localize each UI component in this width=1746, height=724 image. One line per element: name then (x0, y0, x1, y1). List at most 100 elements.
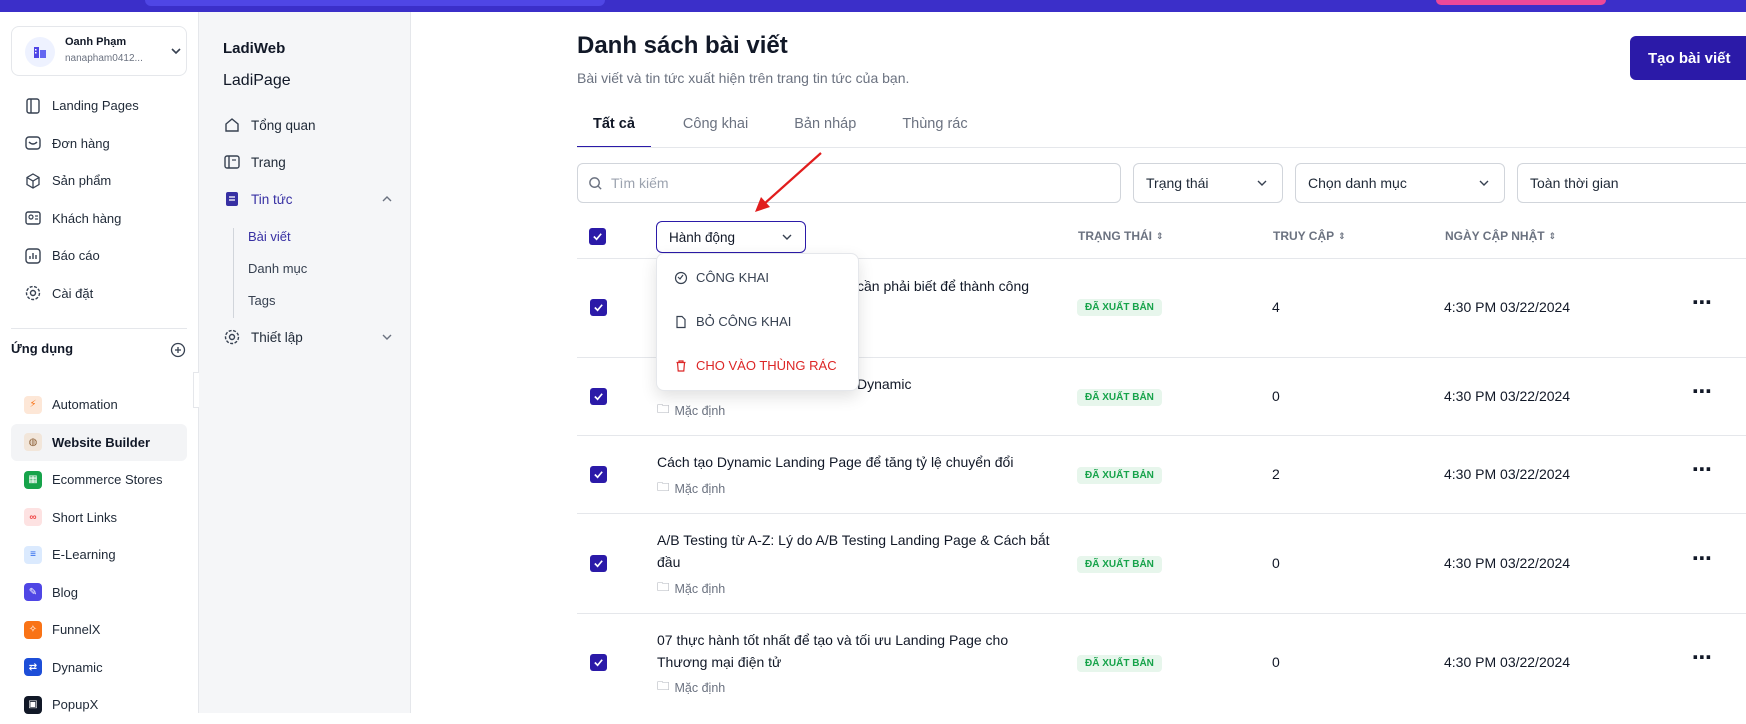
post-title[interactable]: Cách tạo Dynamic Landing Page để tăng tỷ… (657, 451, 1057, 473)
nav-reports[interactable]: Báo cáo (11, 237, 187, 275)
status-badge: ĐÃ XUẤT BẢN (1077, 655, 1162, 672)
menu-item-move-to-trash[interactable]: CHO VÀO THÙNG RÁC (674, 358, 837, 373)
app-e-learning[interactable]: ≡ E-Learning (11, 536, 187, 574)
page-subtitle: Bài viết và tin tức xuất hiện trên trang… (577, 70, 910, 86)
updated-date: 4:30 PM 03/22/2024 (1444, 555, 1571, 571)
more-options-icon[interactable]: ⋯ (1692, 645, 1713, 670)
nav-customers[interactable]: Khách hàng (11, 200, 187, 238)
e-learning-icon: ≡ (24, 545, 42, 564)
add-app-icon[interactable] (170, 342, 186, 363)
nav-label: Tin tức (251, 191, 293, 207)
app-funnelx[interactable]: ✧ FunnelX (11, 611, 187, 649)
chevron-up-icon (382, 196, 392, 202)
app-short-links[interactable]: ∞ Short Links (11, 499, 187, 537)
nav-categories[interactable]: Danh mục (248, 261, 307, 276)
nav-settings[interactable]: Cài đặt (11, 275, 187, 313)
main-nav: Landing Pages Đơn hàng Sản phẩm Khách hà… (11, 87, 187, 312)
check-icon (594, 471, 603, 479)
table-row[interactable]: A/B Testing từ A-Z: Lý do A/B Testing La… (577, 514, 1746, 614)
post-title[interactable]: 07 thực hành tốt nhất để tạo và tối ưu L… (657, 629, 1057, 673)
status-badge: ĐÃ XUẤT BẢN (1077, 299, 1162, 316)
nav-posts[interactable]: Bài viết (248, 229, 291, 244)
column-updated-header[interactable]: NGÀY CẬP NHẬT ⇕ (1445, 229, 1556, 243)
row-checkbox[interactable] (590, 654, 607, 671)
more-options-icon[interactable]: ⋯ (1692, 379, 1713, 404)
tab-trash[interactable]: Thùng rác (886, 112, 983, 148)
row-checkbox[interactable] (590, 299, 607, 316)
more-options-icon[interactable]: ⋯ (1692, 457, 1713, 482)
search-input[interactable] (611, 175, 1091, 191)
app-automation[interactable]: ⚡ Automation (11, 386, 187, 424)
folder-icon: 🗀 (657, 580, 670, 594)
nav-label: Trang (251, 154, 286, 170)
product-name: LadiWeb (223, 40, 286, 57)
time-filter[interactable]: Toàn thời gian (1517, 163, 1746, 203)
status-badge: ĐÃ XUẤT BẢN (1077, 467, 1162, 484)
nav-setup[interactable]: Thiết lập (223, 328, 393, 346)
app-label: Ecommerce Stores (52, 472, 163, 488)
row-checkbox[interactable] (590, 466, 607, 483)
table-row[interactable]: 07 thực hành tốt nhất để tạo và tối ưu L… (577, 614, 1746, 713)
tab-public[interactable]: Công khai (667, 112, 764, 148)
more-options-icon[interactable]: ⋯ (1692, 546, 1713, 571)
trash-icon (676, 359, 686, 372)
blog-icon: ✎ (24, 583, 42, 602)
app-popupx[interactable]: ▣ PopupX (11, 686, 187, 724)
column-views-header[interactable]: TRUY CẬP ⇕ (1273, 229, 1346, 243)
tab-draft[interactable]: Bản nháp (778, 112, 872, 148)
app-label: Automation (52, 397, 118, 413)
create-post-button[interactable]: Tạo bài viết (1630, 36, 1746, 80)
status-filter[interactable]: Trạng thái (1133, 163, 1283, 203)
more-options-icon[interactable]: ⋯ (1692, 290, 1713, 315)
app-blog[interactable]: ✎ Blog (11, 574, 187, 612)
select-all-checkbox[interactable] (589, 228, 606, 245)
account-switcher[interactable]: Oanh Phạm nanapham0412... (11, 26, 187, 76)
dynamic-icon: ⇄ (24, 658, 42, 677)
products-icon (26, 172, 40, 189)
document-icon (676, 315, 686, 328)
row-checkbox[interactable] (590, 555, 607, 572)
secondary-sidebar: LadiWeb LadiPage Tổng quan Trang Tin tức… (199, 12, 411, 713)
bulk-action-dropdown[interactable]: Hành động (656, 221, 806, 253)
app-label: Short Links (52, 509, 118, 525)
table-row[interactable]: Cách tạo Dynamic Landing Page để tăng tỷ… (577, 436, 1746, 514)
nav-landing-pages[interactable]: Landing Pages (11, 87, 187, 125)
apps-list: ⚡ Automation ◍ Website Builder ▦ Ecommerce … (11, 386, 187, 724)
post-title[interactable]: Dynamic (857, 373, 1057, 395)
menu-item-unpublish[interactable]: BỎ CÔNG KHAI (674, 314, 791, 329)
updated-date: 4:30 PM 03/22/2024 (1444, 654, 1571, 670)
nav-pages[interactable]: Trang (223, 153, 393, 171)
nav-orders[interactable]: Đơn hàng (11, 125, 187, 163)
app-dynamic[interactable]: ⇄ Dynamic (11, 649, 187, 687)
app-ecommerce-stores[interactable]: ▦ Ecommerce Stores (11, 461, 187, 499)
nav-tags[interactable]: Tags (248, 293, 275, 308)
news-icon (226, 192, 238, 206)
tabs: Tất cả Công khai Bản nháp Thùng rác (577, 112, 984, 148)
post-category: 🗀 Mặc định (657, 400, 725, 421)
category-filter[interactable]: Chọn danh mục (1295, 163, 1505, 203)
chevron-down-icon (382, 334, 392, 340)
updated-date: 4:30 PM 03/22/2024 (1444, 466, 1571, 482)
tab-all[interactable]: Tất cả (577, 112, 651, 148)
nav-products[interactable]: Sản phẩm (11, 162, 187, 200)
check-icon (593, 233, 602, 241)
apps-title: Ứng dụng (11, 341, 74, 356)
app-website-builder[interactable]: ◍ Website Builder (11, 423, 187, 461)
nav-news[interactable]: Tin tức (223, 190, 393, 208)
publish-icon (674, 271, 688, 284)
nav-overview[interactable]: Tổng quan (223, 116, 393, 134)
category-label: Mặc định (674, 680, 726, 695)
app-label: Dynamic (52, 659, 103, 675)
home-icon (225, 118, 239, 132)
menu-item-publish[interactable]: CÔNG KHAI (674, 270, 769, 285)
row-checkbox[interactable] (590, 388, 607, 405)
search-icon (589, 176, 602, 190)
folder-icon: 🗀 (657, 480, 670, 494)
chevron-down-icon (1479, 180, 1489, 186)
post-title[interactable]: cần phải biết để thành công (857, 275, 1157, 297)
upgrade-button[interactable] (1436, 0, 1606, 5)
column-status-header[interactable]: TRẠNG THÁI ⇕ (1078, 229, 1164, 243)
top-search-bar[interactable] (145, 0, 605, 6)
app-label: Blog (52, 584, 79, 600)
post-title[interactable]: A/B Testing từ A-Z: Lý do A/B Testing La… (657, 529, 1057, 573)
